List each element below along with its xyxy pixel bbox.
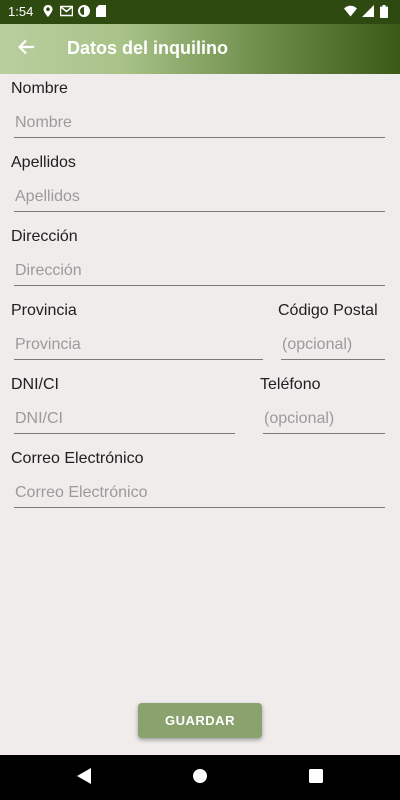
nav-back-button[interactable] (73, 767, 95, 789)
telefono-input[interactable] (263, 404, 385, 433)
battery-icon (380, 5, 392, 18)
page-title: Datos del inquilino (67, 38, 228, 58)
wifi-icon (344, 5, 357, 17)
apellidos-input[interactable] (14, 182, 385, 211)
nav-home-button[interactable] (189, 767, 211, 789)
arrow-back-icon (17, 38, 35, 61)
telefono-field[interactable] (263, 404, 385, 434)
back-button[interactable] (12, 35, 40, 63)
codigo-postal-label: Código Postal (278, 302, 378, 319)
cell-signal-icon (362, 5, 374, 17)
provincia-field[interactable] (14, 330, 263, 360)
apellidos-label: Apellidos (11, 154, 76, 171)
direccion-field[interactable] (14, 256, 385, 286)
provincia-input[interactable] (14, 330, 263, 359)
nav-bar (0, 755, 400, 800)
nav-recents-button[interactable] (305, 767, 327, 789)
dni-field[interactable] (14, 404, 235, 434)
codigo-postal-field[interactable] (281, 330, 385, 360)
correo-label: Correo Electrónico (11, 450, 144, 467)
direccion-label: Dirección (11, 228, 78, 245)
home-circle-icon (192, 768, 208, 789)
direccion-input[interactable] (14, 256, 385, 285)
dni-label: DNI/CI (11, 376, 59, 393)
dni-input[interactable] (14, 404, 235, 433)
nombre-input[interactable] (14, 108, 385, 137)
status-bar: 1:54 (0, 0, 400, 24)
back-triangle-icon (77, 767, 91, 789)
status-left-icons (42, 5, 108, 17)
data-saver-icon (78, 5, 90, 17)
correo-field[interactable] (14, 478, 385, 508)
location-icon (42, 5, 54, 17)
recents-square-icon (309, 768, 323, 788)
sd-card-icon (96, 5, 108, 17)
gmail-icon (59, 5, 74, 17)
telefono-label: Teléfono (260, 376, 321, 393)
save-button[interactable]: GUARDAR (138, 703, 262, 738)
codigo-postal-input[interactable] (281, 330, 385, 359)
app-bar: Datos del inquilino (0, 24, 400, 74)
status-right-icons (344, 5, 392, 18)
nombre-label: Nombre (11, 80, 68, 97)
status-time: 1:54 (8, 4, 34, 19)
apellidos-field[interactable] (14, 182, 385, 212)
provincia-label: Provincia (11, 302, 77, 319)
nombre-field[interactable] (14, 108, 385, 138)
correo-input[interactable] (14, 478, 385, 507)
